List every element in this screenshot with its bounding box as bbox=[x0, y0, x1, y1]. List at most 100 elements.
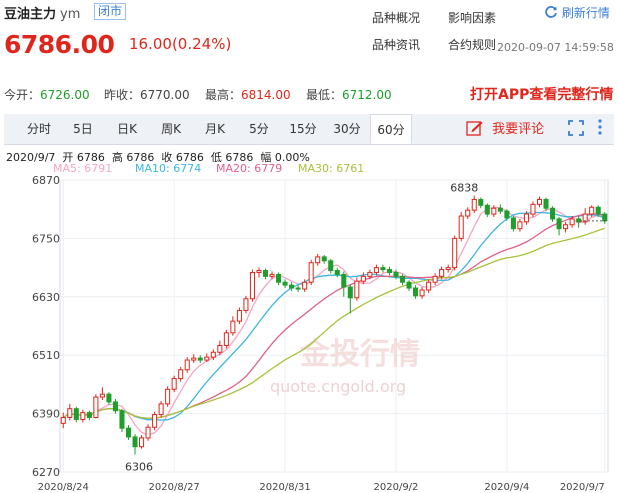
candle-body bbox=[393, 271, 399, 277]
candle-body bbox=[517, 221, 523, 230]
candle-body bbox=[256, 270, 262, 273]
candle bbox=[236, 307, 242, 325]
x-tick-label: 2020/9/7 bbox=[560, 482, 605, 493]
candle bbox=[73, 406, 79, 423]
candle-body bbox=[523, 213, 529, 223]
candle bbox=[178, 366, 184, 382]
candle bbox=[536, 196, 543, 208]
candle-body bbox=[543, 198, 549, 209]
candle bbox=[145, 424, 151, 441]
candle-body bbox=[458, 215, 464, 239]
candle-body bbox=[354, 280, 360, 299]
candle bbox=[223, 329, 229, 349]
candle-body bbox=[328, 260, 334, 272]
candle-body bbox=[334, 270, 340, 275]
candle bbox=[530, 201, 536, 217]
x-tick-label: 2020/9/2 bbox=[374, 482, 419, 493]
candle-body bbox=[269, 273, 275, 277]
candle-body bbox=[602, 213, 608, 222]
candle-body bbox=[236, 309, 242, 322]
candle-body bbox=[73, 408, 79, 420]
candlestick-chart[interactable]: 金投行情 quote.cngold.org 6870 6750 6630 6510 63… bbox=[0, 0, 618, 493]
candle-body bbox=[67, 408, 73, 418]
candle-body bbox=[406, 281, 412, 289]
watermark-url: quote.cngold.org bbox=[270, 377, 406, 396]
candle-body bbox=[86, 412, 92, 418]
candle-body bbox=[321, 256, 327, 262]
candle-body bbox=[119, 410, 125, 429]
candle-body bbox=[536, 198, 543, 205]
candle-body bbox=[60, 416, 66, 424]
candle bbox=[132, 434, 138, 455]
x-tick-label: 2020/9/4 bbox=[484, 482, 529, 493]
candle-body bbox=[262, 270, 269, 277]
candle-body bbox=[112, 401, 118, 412]
candle-body bbox=[289, 284, 295, 289]
candle-body bbox=[497, 207, 503, 212]
candle-body bbox=[295, 287, 301, 290]
candle-body bbox=[99, 393, 105, 398]
candle bbox=[243, 295, 249, 314]
candle-body bbox=[197, 357, 203, 361]
candle-body bbox=[184, 359, 190, 371]
candle-body bbox=[315, 256, 321, 264]
candle bbox=[60, 412, 66, 429]
high-annotation: 6838 bbox=[450, 182, 478, 195]
candle bbox=[262, 268, 269, 280]
candle-body bbox=[302, 281, 308, 290]
candle-body bbox=[550, 207, 556, 220]
candle bbox=[80, 409, 86, 423]
y-tick-label: 6750 bbox=[32, 232, 60, 245]
x-tick-label: 2020/8/27 bbox=[149, 482, 200, 493]
candle bbox=[99, 387, 105, 400]
candle bbox=[67, 403, 73, 421]
candle-body bbox=[106, 393, 112, 403]
candle-body bbox=[426, 281, 432, 291]
candle-body bbox=[360, 275, 366, 282]
candle-body bbox=[347, 286, 353, 299]
candle-body bbox=[478, 198, 484, 206]
watermark: 金投行情 quote.cngold.org bbox=[270, 337, 420, 396]
candle-body bbox=[439, 269, 445, 277]
candle bbox=[445, 264, 451, 273]
candle bbox=[158, 400, 164, 418]
candle bbox=[510, 216, 516, 232]
candle-body bbox=[556, 218, 562, 230]
candle bbox=[119, 408, 125, 433]
candle bbox=[276, 272, 282, 286]
candle bbox=[452, 235, 458, 271]
candle-body bbox=[386, 269, 392, 273]
candle bbox=[308, 259, 314, 286]
candle bbox=[184, 357, 190, 373]
candle bbox=[321, 254, 327, 264]
candle bbox=[93, 394, 99, 419]
candle bbox=[576, 216, 582, 228]
candle-body bbox=[217, 344, 223, 353]
candle bbox=[563, 221, 569, 233]
candle bbox=[282, 279, 288, 289]
watermark-text: 金投行情 bbox=[299, 337, 420, 372]
candle bbox=[354, 277, 360, 301]
candle-body bbox=[223, 332, 229, 346]
candle-body bbox=[484, 204, 490, 215]
candle bbox=[399, 274, 406, 286]
candle bbox=[139, 435, 145, 449]
candle-body bbox=[158, 403, 164, 416]
y-tick-label: 6870 bbox=[32, 174, 60, 187]
candle-body bbox=[139, 437, 145, 448]
candle bbox=[197, 355, 203, 363]
candle-body bbox=[445, 267, 451, 271]
candle-body bbox=[210, 351, 216, 358]
candle-body bbox=[413, 287, 419, 297]
candle-body bbox=[178, 369, 184, 380]
candle bbox=[478, 197, 484, 209]
candle-body bbox=[230, 320, 236, 334]
candle-body bbox=[419, 289, 425, 297]
candle bbox=[341, 271, 347, 297]
candle bbox=[249, 269, 255, 302]
candle bbox=[295, 285, 301, 292]
low-annotation: 6306 bbox=[125, 460, 153, 473]
candle bbox=[328, 258, 334, 274]
candle bbox=[517, 218, 523, 232]
candle-body bbox=[563, 224, 569, 230]
